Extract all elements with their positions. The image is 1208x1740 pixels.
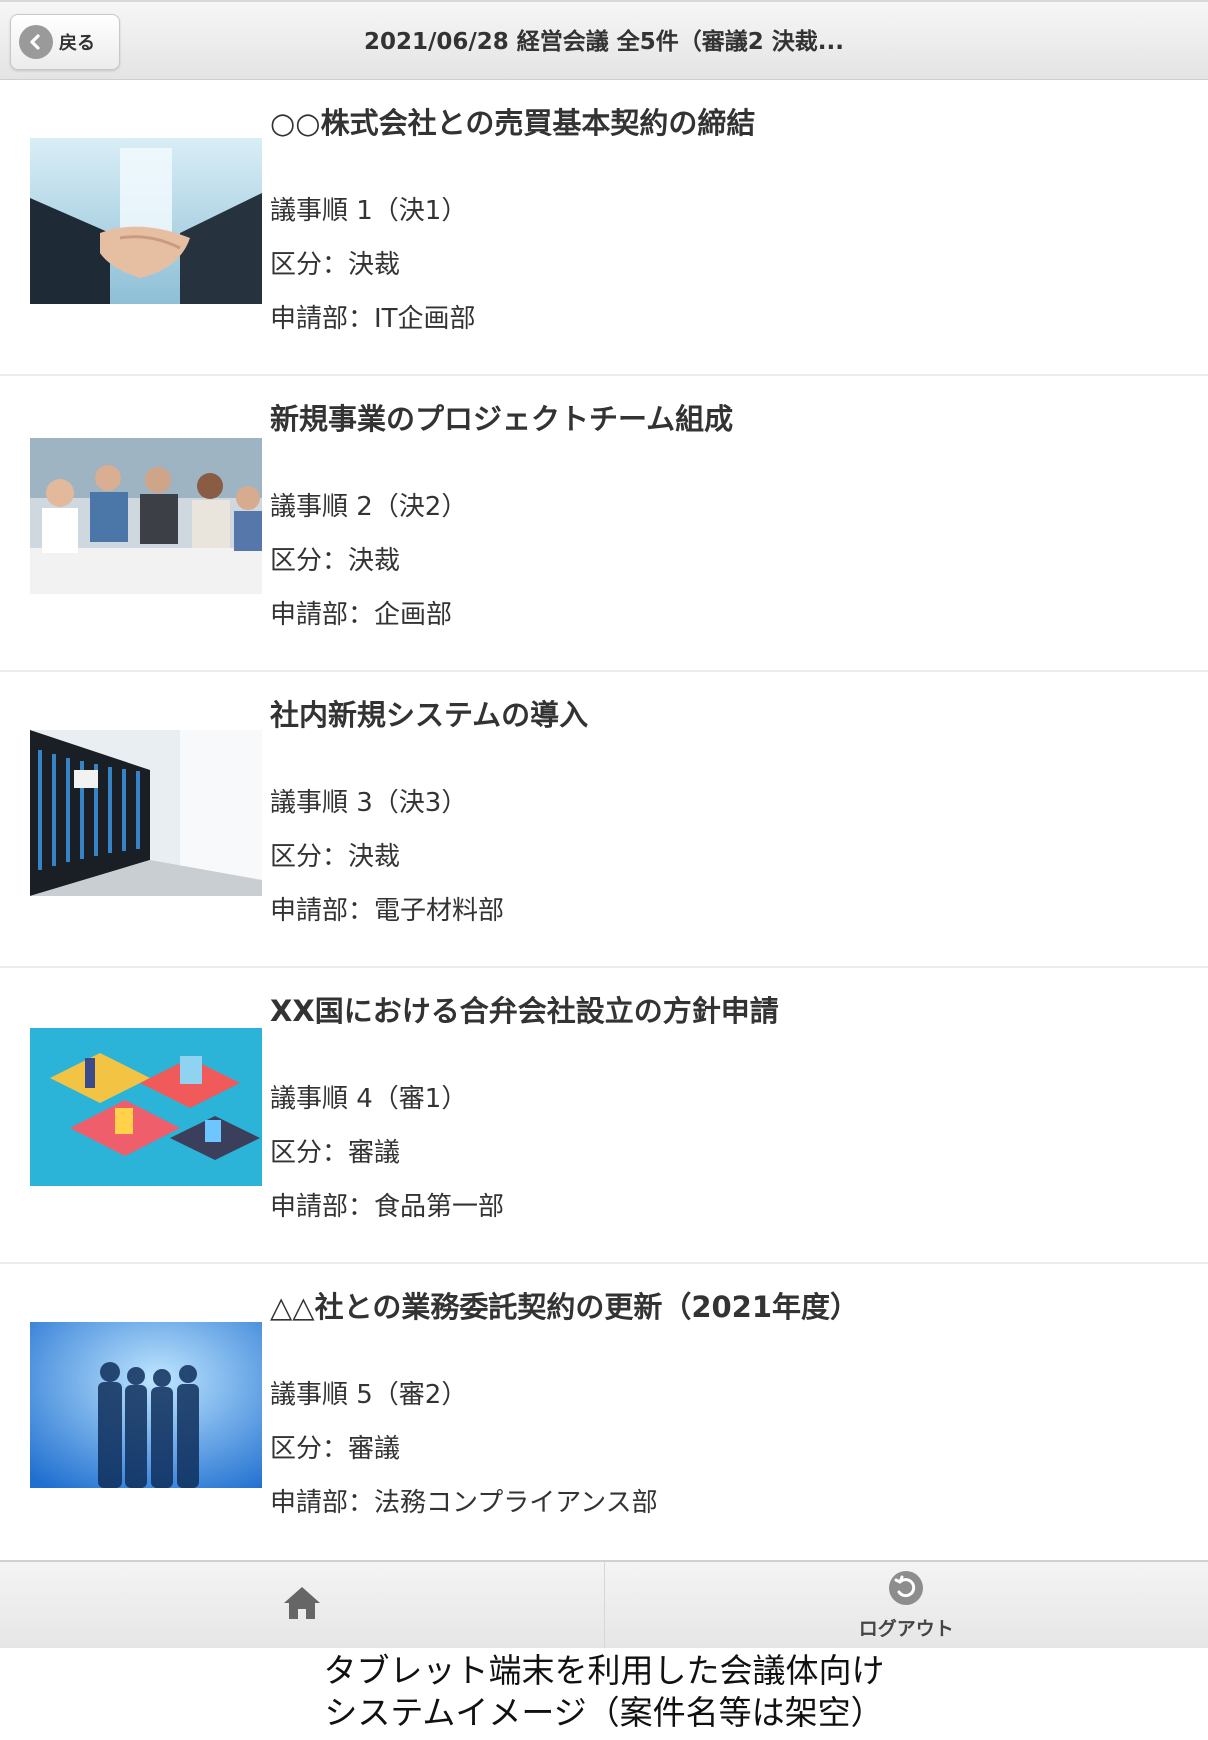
item-category: 区分：審議 — [270, 1138, 401, 1168]
list-item[interactable]: 社内新規システムの導入 議事順 3（決3） 区分：決裁 申請部：電子材料部 — [0, 672, 1208, 968]
business-silhouettes-thumbnail — [30, 1322, 262, 1488]
page-title: 2021/06/28 経営会議 全5件（審議2 決裁... — [363, 29, 845, 55]
item-title: 社内新規システムの導入 — [270, 698, 589, 732]
exhibition-illustration-thumbnail — [30, 1028, 262, 1186]
back-button[interactable]: 戻る — [10, 14, 120, 70]
caption-line-1: タブレット端末を利用した会議体向け — [323, 1651, 885, 1690]
list-item[interactable]: △△社との業務委託契約の更新（2021年度） 議事順 5（審2） 区分：審議 申… — [0, 1264, 1208, 1560]
handshake-thumbnail — [30, 138, 262, 304]
item-department: 申請部：食品第一部 — [270, 1192, 505, 1222]
home-icon — [280, 1583, 324, 1627]
figure-caption: タブレット端末を利用した会議体向け システムイメージ（案件名等は架空） — [0, 1650, 1208, 1734]
item-order: 議事順 2（決2） — [270, 492, 468, 522]
item-order: 議事順 1（決1） — [270, 196, 468, 226]
item-category: 区分：審議 — [270, 1434, 401, 1464]
arrow-left-icon — [19, 25, 53, 59]
meeting-thumbnail — [30, 438, 262, 594]
item-title: 新規事業のプロジェクトチーム組成 — [270, 402, 734, 436]
logout-tab[interactable]: ログアウト — [603, 1562, 1208, 1648]
item-department: 申請部：法務コンプライアンス部 — [270, 1488, 658, 1518]
item-category: 区分：決裁 — [270, 546, 401, 576]
item-category: 区分：決裁 — [270, 842, 401, 872]
footer-tab-bar: ログアウト — [0, 1560, 1208, 1648]
list-item[interactable]: XX国における合弁会社設立の方針申請 議事順 4（審1） 区分：審議 申請部：食… — [0, 968, 1208, 1264]
item-title: △△社との業務委託契約の更新（2021年度） — [270, 1290, 860, 1324]
caption-line-2: システムイメージ（案件名等は架空） — [324, 1693, 884, 1732]
logout-label: ログアウト — [858, 1617, 954, 1640]
server-room-thumbnail — [30, 730, 262, 896]
list-item[interactable]: 新規事業のプロジェクトチーム組成 議事順 2（決2） 区分：決裁 申請部：企画部 — [0, 376, 1208, 672]
agenda-list: ○○株式会社との売買基本契約の締結 議事順 1（決1） 区分：決裁 申請部：IT… — [0, 80, 1208, 1560]
item-category: 区分：決裁 — [270, 250, 401, 280]
item-department: 申請部：企画部 — [270, 600, 453, 630]
app-screen: 戻る 2021/06/28 経営会議 全5件（審議2 決裁... ○○株式会社と… — [0, 0, 1208, 1648]
item-title: ○○株式会社との売買基本契約の締結 — [270, 106, 756, 140]
home-tab[interactable] — [0, 1562, 604, 1648]
item-order: 議事順 4（審1） — [270, 1084, 468, 1114]
back-button-label: 戻る — [59, 33, 95, 54]
item-department: 申請部：電子材料部 — [270, 896, 505, 926]
item-title: XX国における合弁会社設立の方針申請 — [270, 994, 779, 1028]
item-department: 申請部：IT企画部 — [270, 304, 476, 334]
item-order: 議事順 3（決3） — [270, 788, 468, 818]
header-bar: 戻る 2021/06/28 経営会議 全5件（審議2 決裁... — [0, 0, 1208, 80]
list-item[interactable]: ○○株式会社との売買基本契約の締結 議事順 1（決1） 区分：決裁 申請部：IT… — [0, 80, 1208, 376]
logout-icon — [888, 1570, 924, 1610]
item-order: 議事順 5（審2） — [270, 1380, 468, 1410]
